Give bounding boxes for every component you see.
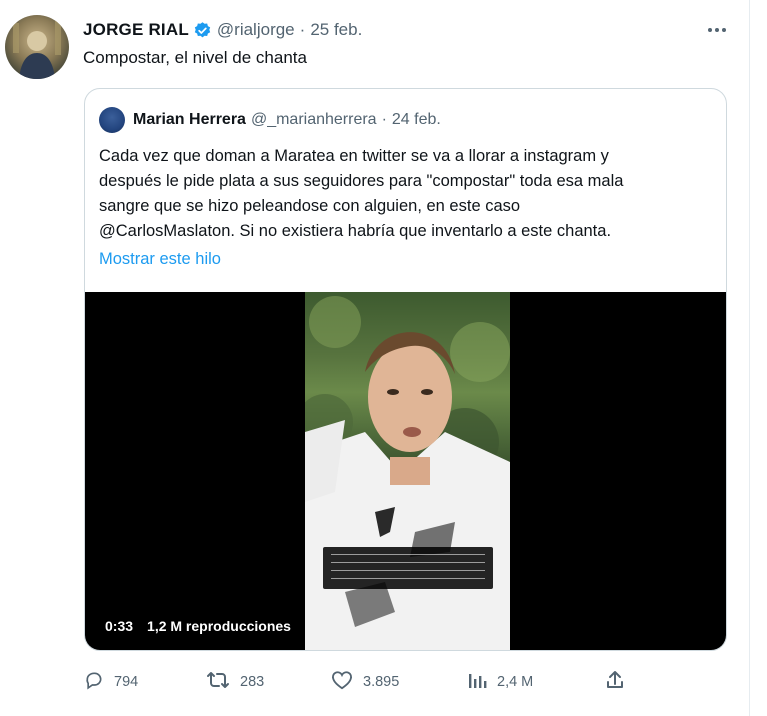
video-duration: 0:33 [105,618,134,634]
like-icon [331,670,363,694]
timeline-border [749,0,750,716]
video-views: 1,2 M reproducciones [147,618,291,634]
views-icon [467,670,497,694]
share-icon [605,670,635,694]
show-thread-link[interactable]: Mostrar este hilo [99,250,221,269]
share-button[interactable] [605,670,635,694]
separator-dot: · [381,111,387,128]
like-count: 3.895 [363,674,400,690]
quoted-text-line: después le pide plata a sus seguidores p… [99,172,624,190]
video-stats: 0:33 1,2 M reproducciones [99,615,297,637]
views-count: 2,4 M [497,674,534,690]
quoted-author-name: Marian Herrera [133,111,246,128]
author-handle[interactable]: @rialjorge [217,20,295,40]
tweet-date[interactable]: 25 feb. [310,20,362,40]
retweet-count: 283 [240,674,265,690]
reply-icon [84,670,114,694]
like-button[interactable]: 3.895 [331,670,399,694]
quoted-author-avatar [99,107,125,133]
quoted-tweet-date: 24 feb. [391,111,441,128]
retweet-button[interactable]: 283 [206,670,264,694]
author-avatar[interactable] [5,15,69,79]
tweet-text: Compostar, el nivel de chanta [83,48,307,67]
video-player[interactable]: 0:33 1,2 M reproducciones [85,292,726,650]
verified-badge-icon [193,21,212,40]
video-frame [305,292,510,650]
quoted-text-line: sangre que se hizo peleandose con alguie… [99,197,521,215]
reply-button[interactable]: 794 [84,670,138,694]
tweet-actions: 794 283 3.895 2,4 M [0,670,767,700]
quoted-tweet-text: Cada vez que doman a Maratea en twitter … [99,144,711,244]
tweet-header: JORGE RIAL @rialjorge · 25 feb. [83,20,362,40]
quoted-tweet-header: Marian Herrera @_marianherrera · 24 feb. [99,107,441,133]
quoted-tweet[interactable]: Marian Herrera @_marianherrera · 24 feb.… [84,88,727,651]
author-name[interactable]: JORGE RIAL [83,20,189,40]
reply-count: 794 [114,674,139,690]
separator-dot: · [299,20,306,39]
retweet-icon [206,670,240,694]
quoted-text-line: Cada vez que doman a Maratea en twitter … [99,147,609,165]
quoted-text-line: @CarlosMaslaton. Si no existiera habría … [99,222,612,240]
views-button[interactable]: 2,4 M [467,670,533,694]
quoted-author-handle: @_marianherrera [250,111,377,128]
more-options-icon[interactable] [705,20,729,45]
video-caption-box [323,547,493,589]
